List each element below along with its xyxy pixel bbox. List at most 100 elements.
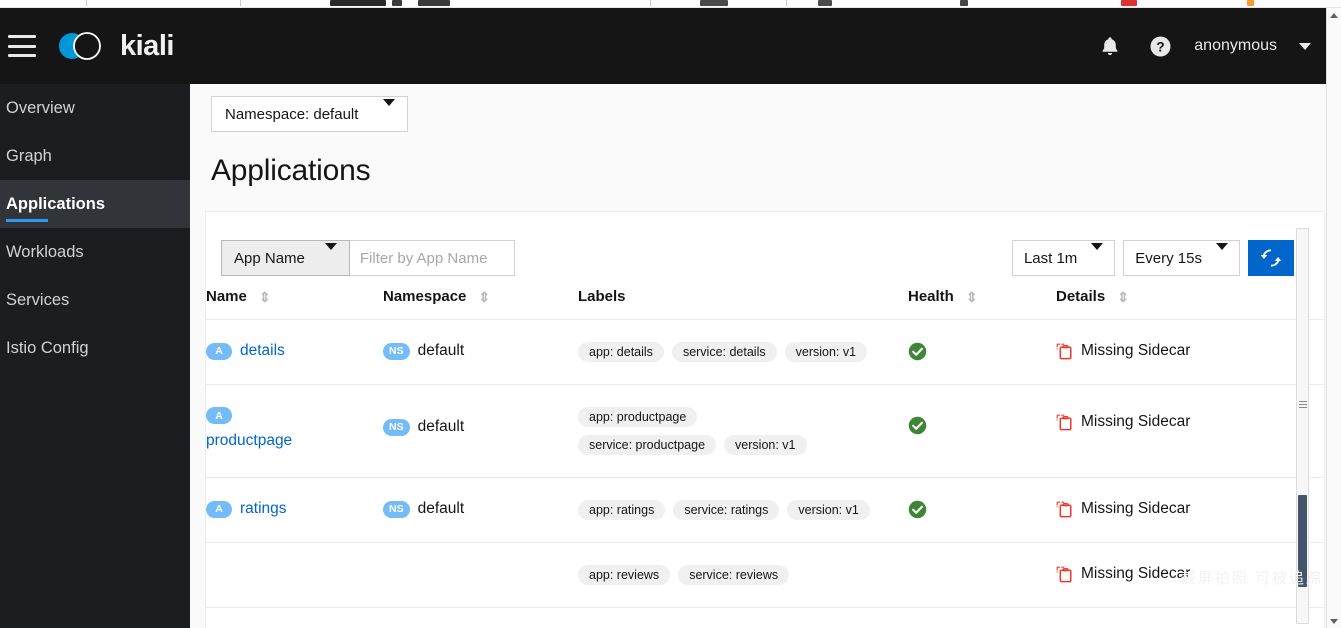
sidebar-item-label: Services: [6, 290, 70, 309]
kiali-applications-page: kiali ? anonymous Overview Graph Applica…: [0, 0, 1341, 628]
label-chip: app: details: [578, 342, 664, 362]
missing-sidecar-icon: [1056, 501, 1072, 517]
refresh-icon: [1261, 249, 1281, 267]
table-row[interactable]: app: reviews service: reviews Missing Si…: [206, 542, 1324, 608]
filter-input[interactable]: [349, 240, 515, 276]
page-title: Applications: [211, 154, 371, 187]
health-healthy-icon: [908, 500, 927, 519]
sort-icon[interactable]: ⇕: [478, 290, 490, 304]
triangle-down-icon: [1330, 618, 1338, 624]
sort-icon[interactable]: ⇕: [1117, 290, 1129, 304]
column-header-label: Health: [908, 288, 954, 305]
table-header: Name ⇕ Namespace ⇕ Labels Health ⇕ Detai…: [206, 282, 1324, 320]
sidebar-item-label: Applications: [6, 194, 106, 213]
detail-text: Missing Sidecar: [1081, 342, 1191, 359]
sidebar-item-workloads[interactable]: Workloads: [0, 228, 190, 276]
namespace-badge: NS: [383, 418, 410, 436]
applications-card: App Name Last 1m Every 15s: [205, 211, 1325, 628]
label-chip: version: v1: [724, 435, 807, 455]
table-row[interactable]: A ratings NS default app: ratings servic…: [206, 477, 1324, 543]
toolbar-right-controls: Last 1m Every 15s: [1011, 240, 1294, 276]
namespace-badge: NS: [383, 342, 410, 360]
label-chip: service: reviews: [678, 565, 790, 585]
bell-icon[interactable]: [1088, 24, 1132, 68]
column-header-label: Name: [206, 288, 247, 305]
active-indicator: [6, 219, 48, 222]
chevron-down-icon[interactable]: [1299, 42, 1311, 50]
missing-sidecar-icon: [1056, 414, 1072, 430]
column-header-label: Namespace: [383, 288, 467, 305]
label-chip: app: ratings: [578, 500, 666, 520]
cell-namespace: NS default: [383, 319, 578, 385]
chevron-down-icon: [1216, 242, 1228, 267]
cell-details: Missing Sidecar: [1056, 319, 1324, 385]
duration-label: Last 1m: [1023, 249, 1078, 267]
sort-icon[interactable]: ⇕: [966, 290, 978, 304]
column-header-namespace[interactable]: Namespace ⇕: [383, 282, 578, 320]
column-header-label: Details: [1056, 288, 1106, 305]
health-healthy-icon: [908, 416, 927, 435]
cell-health: [908, 384, 1056, 478]
app-name-link[interactable]: details: [240, 342, 285, 360]
table-body: A details NS default app: details servic…: [206, 319, 1324, 608]
sidebar-item-istio-config[interactable]: Istio Config: [0, 324, 190, 372]
chevron-down-icon: [324, 242, 337, 267]
cell-labels: app: ratings service: ratings version: v…: [578, 477, 908, 543]
hamburger-menu-icon[interactable]: [8, 35, 36, 57]
sidebar-nav: Overview Graph Applications Workloads Se…: [0, 84, 190, 628]
namespace-selector[interactable]: Namespace: default: [211, 96, 408, 132]
help-icon[interactable]: ?: [1138, 24, 1182, 68]
sidebar-item-graph[interactable]: Graph: [0, 132, 190, 180]
scroll-up-button[interactable]: [1327, 8, 1341, 22]
triangle-up-icon: [1330, 12, 1338, 18]
column-header-name[interactable]: Name ⇕: [206, 282, 383, 320]
cell-namespace: NS default: [383, 477, 578, 543]
browser-chrome-sliver: [0, 0, 1341, 8]
table-row[interactable]: A productpage NS default app: productpag…: [206, 384, 1324, 478]
label-chip: app: productpage: [578, 407, 698, 427]
kiali-brand-logo[interactable]: kiali: [54, 30, 174, 62]
label-chip: service: details: [671, 342, 777, 362]
table-scrollbar[interactable]: [1296, 228, 1309, 624]
duration-select[interactable]: Last 1m: [1011, 240, 1116, 276]
cell-details: Missing Sidecar: [1056, 477, 1324, 543]
page-scrollbar[interactable]: [1326, 8, 1341, 628]
user-menu-label[interactable]: anonymous: [1188, 37, 1283, 55]
filter-type-label: App Name: [234, 249, 305, 267]
missing-sidecar-icon: [1056, 566, 1072, 582]
sort-icon[interactable]: ⇕: [259, 290, 271, 304]
brand-text: kiali: [120, 29, 174, 62]
health-healthy-icon: [908, 342, 927, 361]
table-row[interactable]: A details NS default app: details servic…: [206, 319, 1324, 385]
refresh-interval-select[interactable]: Every 15s: [1123, 240, 1240, 276]
app-badge: A: [206, 407, 232, 424]
filter-type-select[interactable]: App Name: [221, 240, 350, 276]
scroll-down-button[interactable]: [1327, 614, 1341, 628]
sidebar-item-label: Istio Config: [6, 338, 89, 357]
cell-labels: app: details service: details version: v…: [578, 319, 908, 385]
svg-text:?: ?: [1156, 39, 1164, 54]
app-name-link[interactable]: productpage: [206, 432, 292, 450]
scrollbar-thumb[interactable]: [1298, 495, 1307, 587]
cell-health: [908, 319, 1056, 385]
sidebar-item-services[interactable]: Services: [0, 276, 190, 324]
column-header-health[interactable]: Health ⇕: [908, 282, 1056, 320]
masthead: kiali ? anonymous: [0, 8, 1341, 84]
sidebar-item-label: Overview: [6, 98, 75, 117]
namespace-selector-label: Namespace: default: [225, 105, 359, 123]
app-name-link[interactable]: ratings: [240, 500, 287, 518]
column-header-details[interactable]: Details ⇕: [1056, 282, 1324, 320]
sidebar-item-label: Graph: [6, 146, 52, 165]
masthead-actions: ? anonymous: [1088, 24, 1341, 68]
namespace-badge: NS: [383, 500, 410, 518]
sidebar-item-overview[interactable]: Overview: [0, 84, 190, 132]
sidebar-item-applications[interactable]: Applications: [0, 180, 190, 228]
scrollbar-grip-icon: [1299, 401, 1307, 408]
applications-table: Name ⇕ Namespace ⇕ Labels Health ⇕ Detai…: [206, 282, 1324, 608]
detail-text: Missing Sidecar: [1081, 565, 1191, 582]
cell-name: A productpage: [206, 384, 383, 478]
cell-name: [206, 542, 383, 608]
refresh-button[interactable]: [1248, 240, 1294, 276]
detail-text: Missing Sidecar: [1081, 413, 1191, 430]
applications-toolbar: App Name Last 1m Every 15s: [206, 212, 1324, 282]
